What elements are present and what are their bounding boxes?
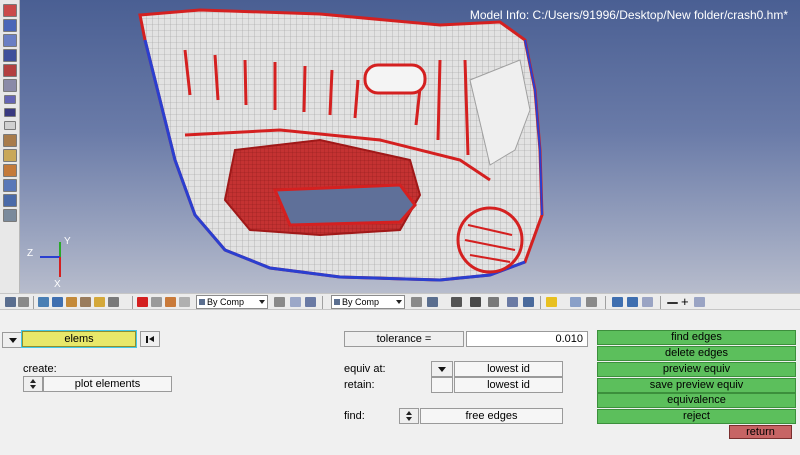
- display-icon[interactable]: [3, 64, 17, 77]
- pan-icon[interactable]: [18, 297, 29, 307]
- folder-icon[interactable]: [94, 297, 105, 307]
- first-icon: [146, 336, 148, 343]
- create-label: create:: [23, 363, 57, 375]
- wireframe-icon[interactable]: [411, 297, 422, 307]
- tools-icon[interactable]: [586, 297, 597, 307]
- equiv-at-label: equiv at:: [344, 363, 386, 375]
- left-vertical-toolbar: [0, 0, 20, 293]
- chevron-down-icon: [438, 367, 446, 372]
- abc-tag-icon[interactable]: [3, 164, 17, 177]
- tolerance-label: tolerance =: [344, 331, 464, 347]
- equiv-at-dropdown[interactable]: [431, 361, 453, 377]
- visualization-toolbar: By Comp By Comp +: [0, 293, 800, 310]
- return-button[interactable]: return: [729, 425, 792, 439]
- axis-label-z: Z: [27, 248, 34, 259]
- color-by-combo-2[interactable]: By Comp: [331, 295, 405, 309]
- palette-icon: [334, 299, 340, 305]
- equiv-at-value[interactable]: lowest id: [454, 361, 563, 377]
- graphics-viewport[interactable]: Model Info: C:/Users/91996/Desktop/New f…: [20, 0, 800, 293]
- find-label: find:: [344, 410, 365, 422]
- show-icon[interactable]: [179, 297, 190, 307]
- entity-icon[interactable]: [3, 179, 17, 192]
- rotate-icon[interactable]: [5, 297, 16, 307]
- palette-icon: [199, 299, 205, 305]
- reject-button[interactable]: reject: [597, 409, 796, 424]
- view-icon[interactable]: [3, 19, 17, 32]
- door-panel-model: [138, 8, 544, 282]
- abc-label-icon[interactable]: [3, 149, 17, 162]
- entity-type-dropdown[interactable]: [2, 332, 22, 348]
- color-by-combo-1[interactable]: By Comp: [196, 295, 268, 309]
- equivalence-panel: elems create: plot elements tolerance = …: [0, 312, 800, 455]
- plus-icon[interactable]: +: [681, 294, 689, 309]
- shading-icon[interactable]: [427, 297, 438, 307]
- preview-equiv-button[interactable]: preview equiv: [597, 362, 796, 377]
- frame-icon[interactable]: [66, 297, 77, 307]
- isolate-icon[interactable]: [165, 297, 176, 307]
- component-icon[interactable]: [3, 194, 17, 207]
- create-toggle[interactable]: [23, 376, 43, 392]
- cylinder-icon[interactable]: [3, 209, 17, 222]
- layers-icon[interactable]: [470, 297, 481, 307]
- create-option[interactable]: plot elements: [43, 376, 172, 392]
- measure-icon[interactable]: [3, 134, 17, 147]
- minus-icon[interactable]: [667, 302, 678, 304]
- save-preview-equiv-button[interactable]: save preview equiv: [597, 378, 796, 393]
- numbers-icon[interactable]: [4, 95, 16, 104]
- tolerance-input[interactable]: 0.010: [466, 331, 588, 347]
- retain-toggle-spacer[interactable]: [431, 377, 453, 393]
- delete-icon[interactable]: [137, 297, 148, 307]
- cube-icon[interactable]: [80, 297, 91, 307]
- history-icon[interactable]: [642, 297, 653, 307]
- find-toggle[interactable]: [399, 408, 419, 424]
- unmask-icon[interactable]: [3, 49, 17, 62]
- info-icon[interactable]: [4, 108, 16, 117]
- mask-icon[interactable]: [3, 34, 17, 47]
- axis-label-x: X: [54, 279, 61, 290]
- retain-value[interactable]: lowest id: [454, 377, 563, 393]
- reset-selection-button[interactable]: [140, 331, 160, 347]
- delete-edges-button[interactable]: delete edges: [597, 346, 796, 361]
- chevron-down-icon: [259, 300, 265, 304]
- dots-icon[interactable]: [488, 297, 499, 307]
- node-icon[interactable]: [507, 297, 518, 307]
- fit-icon[interactable]: [52, 297, 63, 307]
- arrow-left-icon[interactable]: [612, 297, 623, 307]
- chevron-down-icon: [9, 338, 17, 343]
- find-option[interactable]: free edges: [420, 408, 563, 424]
- shaded-icon[interactable]: [3, 79, 17, 92]
- grid-icon[interactable]: [570, 297, 581, 307]
- cube-view-icon[interactable]: [290, 297, 301, 307]
- hide-icon[interactable]: [151, 297, 162, 307]
- image-icon[interactable]: [523, 297, 534, 307]
- camera-icon[interactable]: [694, 297, 705, 307]
- model-browser-icon[interactable]: [3, 4, 17, 17]
- line-icon[interactable]: [451, 297, 462, 307]
- lasso-icon[interactable]: [274, 297, 285, 307]
- zoom-icon[interactable]: [38, 297, 49, 307]
- axis-label-y: Y: [64, 236, 71, 247]
- find-edges-button[interactable]: find edges: [597, 330, 796, 345]
- count-icon[interactable]: [4, 121, 16, 130]
- entity-collector[interactable]: elems: [22, 331, 136, 347]
- star-icon[interactable]: [546, 297, 557, 307]
- stack-icon[interactable]: [108, 297, 119, 307]
- arrow-right-icon[interactable]: [627, 297, 638, 307]
- box-icon[interactable]: [305, 297, 316, 307]
- equivalence-button[interactable]: equivalence: [597, 393, 796, 408]
- chevron-down-icon: [396, 300, 402, 304]
- retain-label: retain:: [344, 379, 375, 391]
